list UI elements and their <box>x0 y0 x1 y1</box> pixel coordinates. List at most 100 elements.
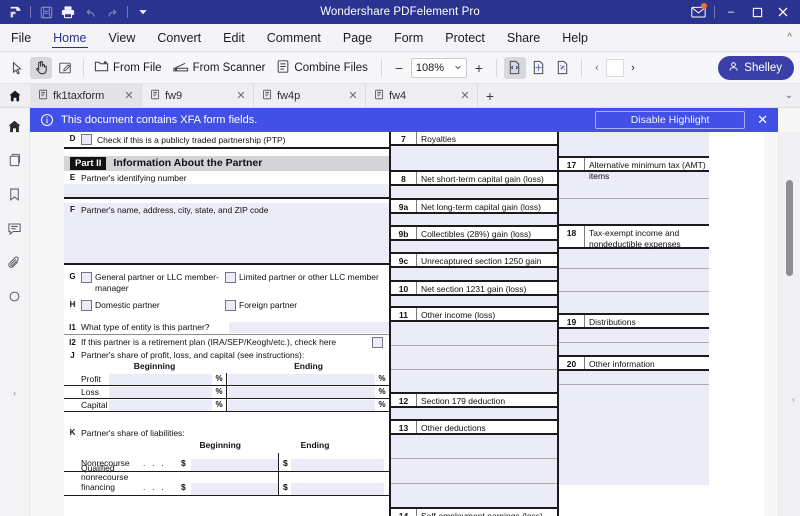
checkbox-general-partner[interactable] <box>81 272 92 283</box>
disable-highlight-button[interactable]: Disable Highlight <box>595 111 746 129</box>
tab-close-icon[interactable]: ✕ <box>235 89 247 102</box>
field-line-20b[interactable] <box>559 385 709 485</box>
maximize-button[interactable] <box>744 0 770 24</box>
sidebar-item-comments[interactable] <box>5 218 25 238</box>
field-loss-ending[interactable] <box>228 386 375 398</box>
home-tab-icon[interactable] <box>0 84 30 107</box>
field-line-17a[interactable] <box>559 172 709 199</box>
menu-view[interactable]: View <box>98 24 147 51</box>
checkbox-limited-partner[interactable] <box>225 272 236 283</box>
print-icon[interactable] <box>58 2 78 22</box>
vertical-scrollbar[interactable]: ‹ <box>778 132 800 516</box>
next-page-button[interactable]: › <box>625 58 641 78</box>
from-scanner-button[interactable]: From Scanner <box>170 57 272 79</box>
field-profit-beginning[interactable] <box>109 373 212 385</box>
page-number-input[interactable] <box>605 58 624 77</box>
menu-share[interactable]: Share <box>496 24 551 51</box>
field-line-13a[interactable] <box>391 435 557 459</box>
field-right-top[interactable] <box>559 132 709 158</box>
field-profit-ending[interactable] <box>228 373 375 385</box>
fit-width-icon[interactable] <box>503 56 526 79</box>
field-partner-address[interactable] <box>64 217 389 265</box>
field-line-9c[interactable] <box>391 268 557 282</box>
hand-tool-icon[interactable] <box>30 56 52 79</box>
field-line-19b[interactable] <box>559 343 709 357</box>
fit-page-icon[interactable] <box>528 57 550 79</box>
tab-close-icon[interactable]: ✕ <box>123 89 135 102</box>
field-line-11b[interactable] <box>391 346 557 370</box>
zoom-in-button[interactable]: + <box>469 58 489 78</box>
field-line-20a[interactable] <box>559 371 709 385</box>
prev-page-button[interactable]: ‹ <box>589 58 605 78</box>
actual-size-icon[interactable] <box>552 57 574 79</box>
menu-file[interactable]: File <box>0 24 42 51</box>
menu-convert[interactable]: Convert <box>146 24 212 51</box>
combine-files-button[interactable]: Combine Files <box>273 57 374 79</box>
save-icon[interactable] <box>36 2 56 22</box>
checkbox-domestic-partner[interactable] <box>81 300 92 311</box>
menu-form[interactable]: Form <box>383 24 434 51</box>
field-line-9b[interactable] <box>391 241 557 254</box>
tab-fk1taxform[interactable]: fk1taxform ✕ <box>30 84 142 107</box>
field-line-18a[interactable] <box>559 249 709 269</box>
menu-page[interactable]: Page <box>332 24 383 51</box>
new-tab-button[interactable]: + <box>478 84 502 107</box>
checkbox-ptp[interactable] <box>81 134 92 145</box>
field-line-17b[interactable] <box>559 199 709 226</box>
close-button[interactable] <box>770 0 796 24</box>
field-entity-type[interactable] <box>229 321 389 333</box>
field-line-13b[interactable] <box>391 459 557 484</box>
from-file-button[interactable]: From File <box>91 57 168 79</box>
field-line-10[interactable] <box>391 296 557 308</box>
tab-fw4p[interactable]: fw4p ✕ <box>254 84 366 107</box>
field-line-7[interactable] <box>391 146 557 172</box>
field-capital-ending[interactable] <box>228 399 375 411</box>
undo-icon[interactable] <box>80 2 100 22</box>
sidebar-item-thumbnails[interactable] <box>5 150 25 170</box>
menu-help[interactable]: Help <box>551 24 599 51</box>
zoom-out-button[interactable]: − <box>389 58 409 78</box>
close-notice-icon[interactable]: ✕ <box>757 112 768 128</box>
zoom-level-select[interactable]: 108% <box>410 57 467 78</box>
field-partner-id[interactable] <box>64 184 389 199</box>
sidebar-item-home[interactable] <box>5 116 25 136</box>
menu-comment[interactable]: Comment <box>256 24 332 51</box>
field-line-12[interactable] <box>391 408 557 421</box>
tab-fw4[interactable]: fw4 ✕ <box>366 84 478 107</box>
menu-home[interactable]: Home <box>42 24 97 51</box>
checkbox-foreign-partner[interactable] <box>225 300 236 311</box>
tab-close-icon[interactable]: ✕ <box>347 89 359 102</box>
field-line-11c[interactable] <box>391 370 557 394</box>
tab-list-dropdown-icon[interactable]: ⌄ <box>778 84 800 107</box>
sidebar-item-bookmarks[interactable] <box>5 184 25 204</box>
field-line-19a[interactable] <box>559 329 709 343</box>
sidebar-item-search[interactable] <box>5 286 25 306</box>
field-line-11a[interactable] <box>391 322 557 346</box>
field-loss-beginning[interactable] <box>109 386 212 398</box>
tab-fw9[interactable]: fw9 ✕ <box>142 84 254 107</box>
field-capital-beginning[interactable] <box>109 399 212 411</box>
tab-close-icon[interactable]: ✕ <box>459 89 471 102</box>
mail-icon[interactable] <box>685 1 711 23</box>
redo-icon[interactable] <box>102 2 122 22</box>
field-qualified-beginning[interactable] <box>191 483 278 495</box>
scrollbar-thumb[interactable] <box>786 180 793 276</box>
field-line-18c[interactable] <box>559 292 709 315</box>
page-scroll-area[interactable]: D Check if this is a publicly traded par… <box>30 132 778 516</box>
edit-tool-icon[interactable] <box>54 57 76 79</box>
field-nonrecourse-beginning[interactable] <box>191 459 278 471</box>
menu-edit[interactable]: Edit <box>212 24 256 51</box>
select-tool-icon[interactable] <box>6 57 28 79</box>
field-line-18b[interactable] <box>559 269 709 292</box>
field-line-13c[interactable] <box>391 484 557 509</box>
field-qualified-ending[interactable] <box>291 483 384 495</box>
menu-protect[interactable]: Protect <box>434 24 496 51</box>
right-panel-expand-icon[interactable]: ‹ <box>792 394 795 404</box>
sidebar-expand-icon[interactable]: › <box>13 388 16 398</box>
customize-dropdown-icon[interactable] <box>133 2 153 22</box>
checkbox-retirement-plan[interactable] <box>372 336 383 348</box>
minimize-button[interactable]: – <box>718 0 744 24</box>
field-line-9a[interactable] <box>391 214 557 227</box>
account-button[interactable]: Shelley <box>718 55 794 80</box>
sidebar-item-attachments[interactable] <box>5 252 25 272</box>
